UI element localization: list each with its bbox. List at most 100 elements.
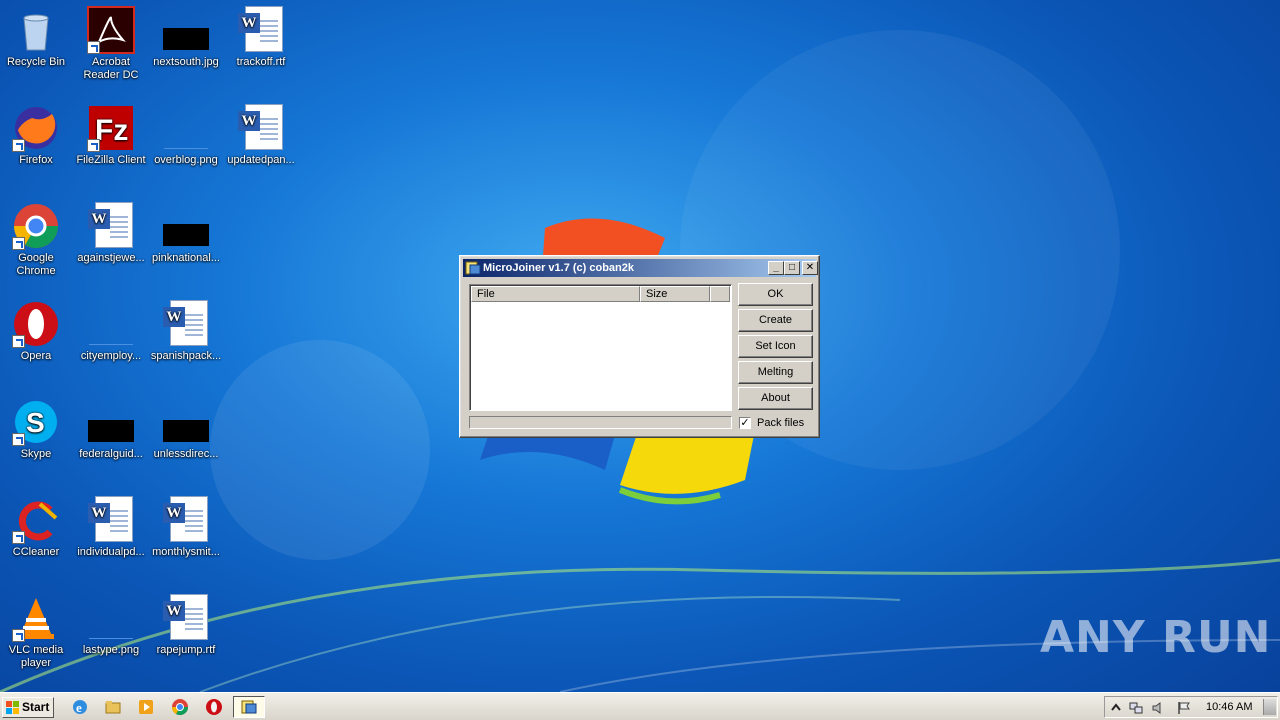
action-center-flag-icon[interactable]: [1177, 701, 1191, 715]
desktop-icon-label: Acrobat Reader DC: [83, 56, 139, 81]
pack-files-checkbox[interactable]: ✓: [739, 417, 751, 429]
network-icon[interactable]: [1129, 701, 1143, 715]
desktop-icon[interactable]: Windividualpd...: [74, 496, 148, 559]
desktop-icon[interactable]: Wagainstjewe...: [74, 202, 148, 265]
close-button[interactable]: ✕: [802, 261, 818, 275]
desktop-icon[interactable]: cityemploy...: [74, 300, 148, 363]
desktop-icon[interactable]: overblog.png: [149, 104, 223, 167]
word-document-icon: W: [87, 202, 135, 250]
ccleaner-icon: [12, 496, 60, 544]
ok-button[interactable]: OK: [738, 283, 813, 306]
volume-icon[interactable]: [1151, 701, 1165, 715]
desktop-icon-label: individualpd...: [77, 546, 145, 558]
chrome-icon: [12, 202, 60, 250]
start-button[interactable]: Start: [2, 697, 54, 718]
desktop-icon[interactable]: Wupdatedpan...: [224, 104, 298, 167]
maximize-button[interactable]: □: [784, 261, 800, 275]
anyrun-watermark: ANY RUN: [1040, 612, 1272, 663]
desktop-icon[interactable]: Google Chrome: [0, 202, 73, 278]
internet-explorer-icon[interactable]: e: [71, 698, 89, 716]
windows-logo-icon: [6, 701, 19, 714]
svg-text:S: S: [26, 407, 45, 438]
image-file-icon: [162, 398, 210, 446]
desktop-icon-label: updatedpan...: [227, 154, 295, 166]
desktop-icon-label: federalguid...: [79, 448, 143, 460]
desktop-icon[interactable]: federalguid...: [74, 398, 148, 461]
desktop-icon[interactable]: Acrobat Reader DC: [74, 6, 148, 82]
desktop-icon-label: FileZilla Client: [76, 154, 146, 166]
media-player-icon[interactable]: [137, 698, 155, 716]
close-icon: ✕: [805, 262, 815, 273]
firefox-icon: [12, 104, 60, 152]
svg-text:e: e: [76, 700, 82, 715]
about-button[interactable]: About: [738, 387, 813, 410]
chrome-taskbar-icon[interactable]: [171, 698, 189, 716]
taskbar: Start e 10:46 AM: [0, 692, 1280, 720]
melting-button[interactable]: Melting: [738, 361, 813, 384]
create-button[interactable]: Create: [738, 309, 813, 332]
desktop-icon[interactable]: Wrapejump.rtf: [149, 594, 223, 657]
recycle-bin-icon: [12, 6, 60, 54]
show-desktop-button[interactable]: [1263, 699, 1276, 715]
word-document-icon: W: [162, 496, 210, 544]
desktop-icon[interactable]: Wmonthlysmit...: [149, 496, 223, 559]
desktop-icon-label: Opera: [20, 350, 52, 362]
image-file-icon: [162, 104, 210, 152]
desktop-icon[interactable]: Recycle Bin: [0, 6, 73, 69]
file-list[interactable]: File Size: [469, 284, 732, 411]
desktop-icon-label: unlessdirec...: [153, 448, 219, 460]
start-label: Start: [22, 700, 50, 714]
minimize-icon: _: [773, 262, 779, 273]
desktop-icon-label: cityemploy...: [80, 350, 142, 362]
desktop-icon[interactable]: S Skype: [0, 398, 73, 461]
desktop-icon-label: CCleaner: [12, 546, 60, 558]
desktop-icon-label: overblog.png: [154, 154, 218, 166]
desktop-icon[interactable]: Fz FileZilla Client: [74, 104, 148, 167]
system-clock[interactable]: 10:46 AM: [1206, 697, 1252, 717]
vlc-icon: [12, 594, 60, 642]
word-document-icon: W: [162, 594, 210, 642]
minimize-button[interactable]: _: [768, 261, 784, 275]
desktop-icon[interactable]: Firefox: [0, 104, 73, 167]
image-file-icon: [162, 202, 210, 250]
desktop-icon-label: spanishpack...: [150, 350, 222, 362]
word-document-icon: W: [87, 496, 135, 544]
acrobat-reader-icon: [87, 6, 135, 54]
desktop-icon-label: rapejump.rtf: [156, 644, 216, 656]
desktop-icon[interactable]: VLC media player: [0, 594, 73, 670]
desktop-icon-label: monthlysmit...: [152, 546, 220, 558]
desktop-icon-label: nextsouth.jpg: [153, 56, 219, 68]
window-titlebar[interactable]: MicroJoiner v1.7 (c) coban2k _ □ ✕: [463, 259, 818, 277]
filezilla-icon: Fz: [87, 104, 135, 152]
desktop-icon-label: pinknational...: [152, 252, 220, 264]
column-header-size[interactable]: Size: [640, 286, 710, 302]
desktop-icon-label: VLC media player: [8, 644, 64, 669]
column-header-file[interactable]: File: [471, 286, 640, 302]
desktop-icon[interactable]: nextsouth.jpg: [149, 6, 223, 69]
maximize-icon: □: [788, 262, 796, 273]
system-tray: 10:46 AM: [1104, 696, 1278, 718]
desktop-icon-label: trackoff.rtf: [236, 56, 286, 68]
microjoiner-app-icon: [241, 700, 257, 714]
desktop-icon-label: againstjewe...: [77, 252, 145, 264]
desktop-icon-label: Google Chrome: [16, 252, 56, 277]
microjoiner-window: MicroJoiner v1.7 (c) coban2k _ □ ✕ File …: [459, 255, 820, 438]
opera-icon: [12, 300, 60, 348]
desktop-icon-label: Firefox: [19, 154, 53, 166]
show-hidden-icons-icon[interactable]: [1109, 701, 1123, 715]
desktop-icon[interactable]: pinknational...: [149, 202, 223, 265]
word-document-icon: W: [162, 300, 210, 348]
desktop-icon[interactable]: Wtrackoff.rtf: [224, 6, 298, 69]
checkmark-icon: ✓: [740, 417, 750, 429]
desktop-icon[interactable]: Wspanishpack...: [149, 300, 223, 363]
set-icon-button[interactable]: Set Icon: [738, 335, 813, 358]
desktop-icon[interactable]: CCleaner: [0, 496, 73, 559]
file-explorer-icon[interactable]: [104, 698, 122, 716]
pack-files-label: Pack files: [757, 417, 805, 429]
desktop-icon[interactable]: Opera: [0, 300, 73, 363]
desktop-icon[interactable]: lastype.png: [74, 594, 148, 657]
opera-taskbar-icon[interactable]: [205, 698, 223, 716]
desktop-icon[interactable]: unlessdirec...: [149, 398, 223, 461]
image-file-icon: [87, 594, 135, 642]
taskbar-microjoiner-button[interactable]: [233, 696, 265, 718]
